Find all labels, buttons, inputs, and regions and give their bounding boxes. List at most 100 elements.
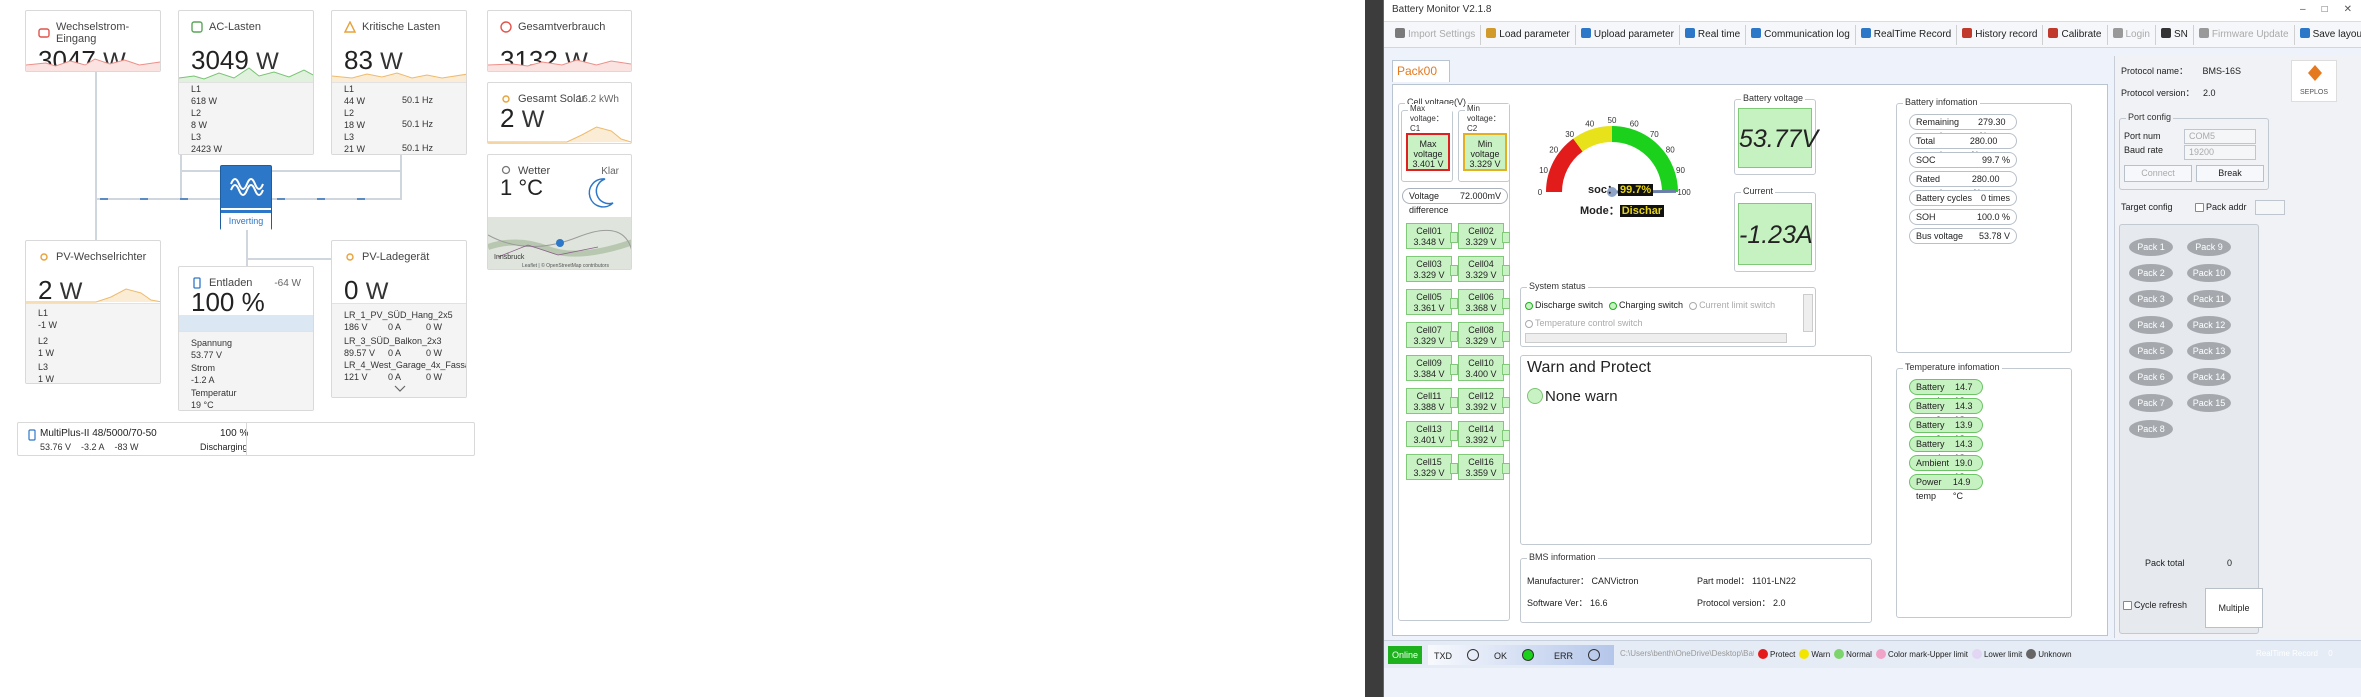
cell-voltage: Cell11 3.388 V [1406,388,1458,414]
side-panel: Protocol name： BMS-16S Protocol version：… [2114,56,2361,638]
map-credit[interactable]: Leaflet | © OpenStreetMap contributors [522,263,609,269]
ac-loads-card[interactable]: AC-Lasten 3049 W L1 618 W L2 8 W L3 2423 W [178,10,314,155]
status-switch: Discharge switch [1525,300,1603,310]
multiplus-bar[interactable]: MultiPlus-II 48/5000/70-50 53.76 V -3.2 A… [17,422,475,456]
temperature-info-group: Temperature infomation Battery temp114.7… [1896,362,2072,618]
pack-button[interactable]: Pack 9 [2187,238,2231,256]
toolbar-icon [1486,27,1497,38]
toolbar-button[interactable]: Save layout [2295,25,2361,45]
weather-map[interactable]: Innsbruck Leaflet | © OpenStreetMap cont… [488,217,631,269]
phase-row: L1 618 W [191,84,218,106]
pack-button[interactable]: Pack 10 [2187,264,2231,282]
pack-button[interactable]: Pack 3 [2129,290,2173,308]
cell-voltage: Cell16 3.359 V [1458,454,1510,480]
baud-rate-select[interactable]: 19200 [2184,145,2256,160]
port-num-select[interactable]: COM5 [2184,129,2256,144]
legend-swatch [1971,649,1982,659]
status-switch: Temperature control switch [1525,318,1643,328]
toolbar-icon [2160,27,2171,38]
cell-voltage: Cell15 3.329 V [1406,454,1458,480]
toolbar-button[interactable]: RealTime Record [1856,24,1958,45]
cell-voltage: Cell06 3.368 V [1458,289,1510,315]
mp-power: -83 W [114,442,139,452]
pack-addr-input[interactable] [2255,200,2285,215]
battery-icon [27,428,37,446]
window-divider [1365,0,1383,697]
inverter-state: Inverting [221,213,271,230]
inverter-block[interactable]: Inverting [220,165,272,230]
toolbar-button[interactable]: SN [2156,24,2194,45]
sparkline [488,59,631,71]
weather-card[interactable]: Wetter Klar 1 °C Innsbruck Leaflet | © O… [487,154,632,270]
pack-button[interactable]: Pack 8 [2129,420,2173,438]
pack-button[interactable]: Pack 14 [2187,368,2231,386]
switch-indicator-icon [1525,320,1533,328]
toolbar-icon [1962,27,1973,38]
flow-dash [277,198,397,200]
pv-inverter-card[interactable]: PV-Wechselrichter 2 W L1 -1 W L2 1 W L3 1 W [25,240,161,384]
critical-loads-card[interactable]: Kritische Lasten 83 W L1 44 W 50.1 Hz L2 1… [331,10,467,155]
pack-button[interactable]: Pack 2 [2129,264,2173,282]
battery-card[interactable]: Entladen -64 W 100 % Spannung 53.77 V Str… [178,266,314,411]
total-consumption-card[interactable]: Gesamtverbrauch 3132 W [487,10,632,72]
maximize-button[interactable]: □ [2322,4,2328,15]
toolbar-icon [1751,27,1762,38]
toolbar-button[interactable]: Upload parameter [1576,24,1680,45]
sparkline [488,126,631,143]
multiple-button[interactable]: Multiple [2205,588,2263,628]
pack-button[interactable]: Pack 12 [2187,316,2231,334]
victron-logo-icon [221,178,271,210]
pack-addr-checkbox[interactable] [2195,203,2204,212]
toolbar-icon [2112,27,2123,38]
toolbar-button[interactable]: History record [1957,24,2044,45]
total-solar-card[interactable]: Gesamt Solar 16.2 kWh 2 W [487,82,632,144]
gauge-mode-value: Dischar [1619,205,1665,217]
toolbar-button[interactable]: Load parameter [1481,24,1576,45]
mp-state: Discharging [200,442,248,452]
toolbar-button[interactable]: Calibrate [2043,24,2108,45]
toolbar-button[interactable]: Login [2108,24,2156,45]
scrollbar[interactable] [1525,333,1787,343]
cell-voltage: Cell07 3.329 V [1406,322,1458,348]
break-button[interactable]: Break [2196,165,2264,182]
connect-button[interactable]: Connect [2124,165,2192,182]
err-label: ERR [1554,651,1574,661]
pack-button[interactable]: Pack 1 [2129,238,2173,256]
pack-button[interactable]: Pack 5 [2129,342,2173,360]
gauge-tick-label: 60 [1630,120,1639,129]
title-bar: Battery Monitor V2.1.8 – □ ✕ [1384,0,2361,22]
port-config-group: Port config Port num COM5 Baud rate 1920… [2119,112,2269,190]
sparkline [26,288,160,303]
record-value: 0 [2328,649,2333,658]
toolbar-button[interactable]: Real time [1680,24,1747,45]
pack-button[interactable]: Pack 13 [2187,342,2231,360]
close-button[interactable]: ✕ [2344,4,2352,15]
pack-total: 0 [2227,558,2233,568]
toolbar-icon [1684,27,1695,38]
tab-pack00[interactable]: Pack00 [1392,60,1450,82]
load-icon [191,21,203,33]
pv-charger-card[interactable]: PV-Ladegerät 0 W LR_1_PV_SÜD_Hang_2x5 186… [331,240,467,398]
pack-button[interactable]: Pack 11 [2187,290,2231,308]
legend-item: Lower limit [1971,649,2022,659]
manufacturer: CANVictron [1591,576,1639,586]
color-legend: Protect Warn Normal Color mark-Upper limit L… [1758,649,2072,659]
pack-button[interactable]: Pack 6 [2129,368,2173,386]
battery-info-row: Total capacity280.00 Ah [1909,133,2017,160]
pack-button[interactable]: Pack 7 [2129,394,2173,412]
ac-input-card[interactable]: Wechselstrom-Eingang 3047 W [25,10,161,72]
toolbar-button[interactable]: Firmware Update [2194,24,2295,45]
pack-button[interactable]: Pack 4 [2129,316,2173,334]
scrollbar[interactable] [1803,294,1813,332]
temperature-row: Battery temp114.7 °C [1909,379,1983,406]
chevron-down-icon[interactable] [394,385,406,393]
pack-button[interactable]: Pack 15 [2187,394,2231,412]
toolbar-button[interactable]: Import Settings [1390,24,1482,45]
toolbar-button[interactable]: Communication log [1746,24,1856,45]
flow-dash [100,198,215,200]
max-voltage-label: Max voltage：C1 [1408,104,1452,133]
voltage-difference: Voltage difference 72.000mV [1402,188,1508,215]
system-status-group: System status Discharge switch Charging s… [1520,281,1816,347]
cycle-refresh-checkbox[interactable] [2123,601,2132,610]
minimize-button[interactable]: – [2300,4,2306,15]
